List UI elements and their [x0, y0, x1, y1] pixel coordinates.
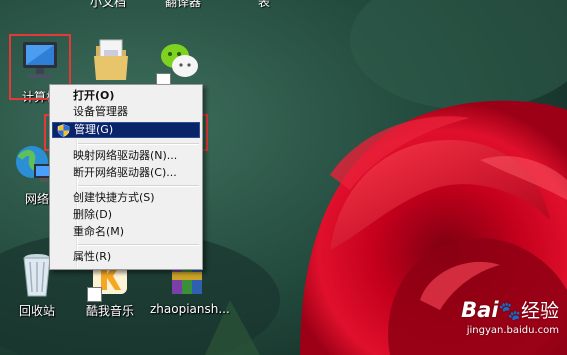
menu-separator	[78, 143, 199, 145]
menu-item-open[interactable]: 打开(O)	[52, 88, 200, 104]
wechat-desktop-icon[interactable]	[142, 38, 216, 88]
desktop-label-cut: 表	[258, 0, 271, 9]
watermark-logo: Bai🐾经验	[461, 296, 559, 323]
menu-item-device-manager[interactable]: 设备管理器	[52, 104, 200, 120]
menu-item-properties[interactable]: 属性(R)	[52, 249, 200, 265]
menu-item-create-shortcut[interactable]: 创建快捷方式(S)	[52, 190, 200, 206]
menu-item-manage[interactable]: 管理(G)	[52, 122, 200, 138]
kuwo-music-label: 酷我音乐	[85, 304, 134, 318]
folder-icon	[86, 36, 136, 84]
desktop-label-cut: 翻译器	[165, 0, 202, 9]
baidu-jingyan-watermark: Bai🐾经验 jingyan.baidu.com	[461, 296, 559, 336]
shortcut-arrow-icon	[87, 287, 102, 302]
computer-icon	[15, 38, 65, 86]
recycle-bin-label: 回收站	[18, 304, 55, 318]
menu-item-delete[interactable]: 删除(D)	[52, 207, 200, 223]
menu-separator	[78, 185, 199, 187]
watermark-url: jingyan.baidu.com	[466, 325, 559, 336]
archive-label: zhaopiansh...	[150, 302, 230, 316]
desktop-label-cut: 小文档	[90, 0, 127, 9]
paw-icon: 🐾	[498, 301, 521, 322]
wechat-icon	[154, 38, 204, 88]
menu-item-disconnect-drive[interactable]: 断开网络驱动器(C)...	[52, 165, 200, 181]
shield-icon	[57, 124, 70, 137]
menu-separator	[78, 244, 199, 246]
menu-item-rename[interactable]: 重命名(M)	[52, 224, 200, 240]
watermark-logo-suffix: 经验	[520, 300, 559, 322]
menu-item-manage-label: 管理(G)	[74, 123, 114, 136]
menu-item-map-drive[interactable]: 映射网络驱动器(N)...	[52, 148, 200, 164]
watermark-logo-text: Bai	[461, 298, 499, 322]
context-menu: 打开(O) 设备管理器 管理(G) 映射网络驱动器(N)... 断开网络驱动器(…	[49, 84, 203, 270]
desktop: 小文档 翻译器 表 计算机 网络 回收站 酷我音乐 zhaopiansh... …	[0, 0, 567, 355]
folder-desktop-icon[interactable]	[74, 36, 148, 84]
